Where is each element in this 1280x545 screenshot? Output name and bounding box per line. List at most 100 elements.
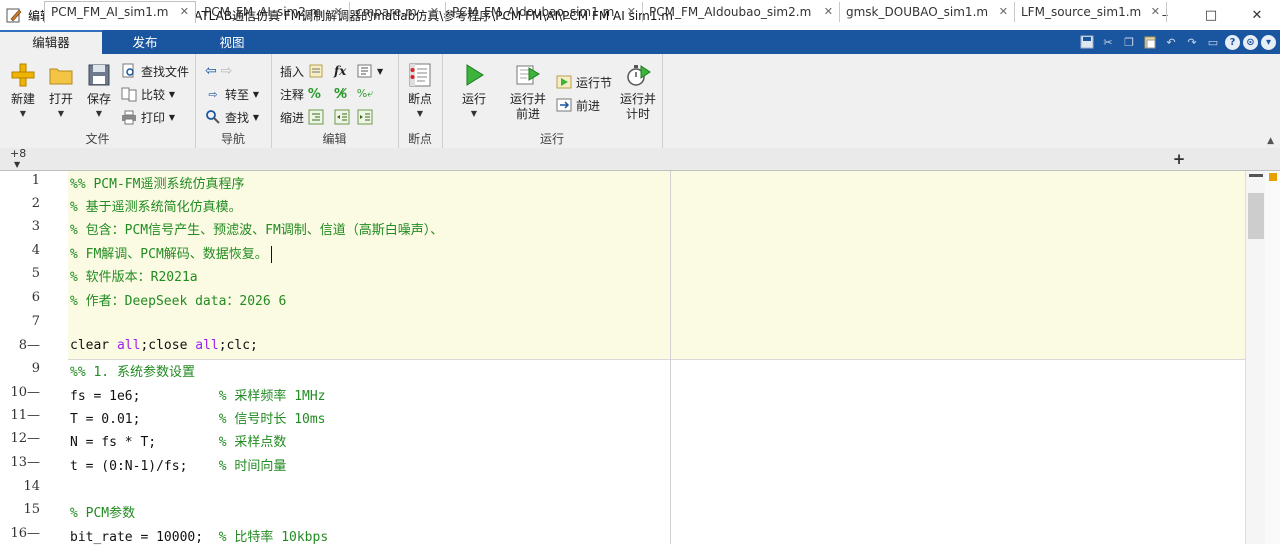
line-number: 16— xyxy=(10,526,40,541)
doc-tab-active[interactable]: PCM_FM_AI_sim1.m ✕ xyxy=(44,1,196,23)
maximize-button[interactable]: □ xyxy=(1188,0,1234,30)
line-number-gutter[interactable]: 1 2 3 4 5 6 7 8— 9 10— 11— 12— 13— 14 15… xyxy=(0,171,44,544)
group-edit: 插入 fx ▼ 注释 % %̸ %⤶ 缩进 编辑 xyxy=(271,54,399,148)
text-cursor xyxy=(270,246,272,263)
code-line: %% 1. 系统参数设置 xyxy=(70,365,195,380)
ribbon-toolstrip: 新建 ▼ 打开 ▼ 保存 ▼ 查找文件 比较 ▼ 打印 ▼ 文件 ⇦ ⇨ ⇨ 转至 ▼ … xyxy=(0,54,1280,149)
line-number: 1 xyxy=(31,173,40,188)
back-forward-buttons[interactable]: ⇦ ⇨ xyxy=(205,62,232,80)
warning-indicator-icon[interactable] xyxy=(1269,173,1277,181)
arrow-right-icon[interactable]: ⇨ xyxy=(221,63,233,79)
goto-button[interactable]: ⇨ 转至 ▼ xyxy=(205,85,259,103)
function-list-icon xyxy=(357,63,373,79)
tab-view[interactable]: 视图 xyxy=(196,30,268,54)
line-number: 14 xyxy=(23,479,40,494)
smart-indent-icon xyxy=(308,109,324,125)
close-tab-icon[interactable]: ✕ xyxy=(334,2,343,22)
insert-button[interactable]: 插入 xyxy=(280,62,328,80)
doc-tab[interactable]: cmpare.m ✕ xyxy=(350,2,446,22)
doc-tab[interactable]: PCM_FM_AI_sim2.m ✕ xyxy=(198,2,350,22)
close-window-button[interactable]: ✕ xyxy=(1234,0,1280,30)
tab-editor[interactable]: 编辑器 xyxy=(0,30,102,54)
percent-uncomment-icon: %̸ xyxy=(334,86,348,102)
window-icon[interactable]: ▭ xyxy=(1204,33,1222,51)
find-button[interactable]: 查找 ▼ xyxy=(205,108,259,126)
run-and-time-button[interactable]: 运行并 计时 xyxy=(616,62,660,122)
right-text-margin xyxy=(670,171,671,544)
close-tab-icon[interactable]: ✕ xyxy=(627,2,636,22)
doc-tab[interactable]: LFM_source_sim1.m ✕ xyxy=(1015,2,1167,22)
open-button[interactable]: 打开 ▼ xyxy=(44,62,78,119)
code-line: % FM解调、PCM解码、数据恢复。 xyxy=(70,243,272,263)
percent-comment-icon: % xyxy=(307,86,321,102)
doc-tab[interactable]: PCM_FM_AIdoubao_sim2.m ✕ xyxy=(643,2,840,22)
code-line: bit_rate = 10000; % 比特率 10kbps xyxy=(70,530,329,545)
advance-button[interactable]: 前进 xyxy=(556,96,600,114)
new-button[interactable]: 新建 ▼ xyxy=(6,62,40,119)
add-tab-button[interactable]: + xyxy=(1170,149,1188,169)
compare-button[interactable]: 比较 ▼ xyxy=(121,85,175,103)
run-section-button[interactable]: 运行节 xyxy=(556,73,612,91)
current-cell-highlight xyxy=(68,171,1245,359)
save-icon[interactable] xyxy=(1078,33,1096,51)
chevron-down-icon[interactable]: ▾ xyxy=(1261,34,1276,50)
increase-indent-button[interactable] xyxy=(334,108,354,126)
goto-arrow-icon: ⇨ xyxy=(208,87,218,101)
scrollbar-thumb[interactable] xyxy=(1248,193,1264,239)
magnifier-icon xyxy=(205,109,221,125)
group-run: 运行 ▼ 运行并 前进 运行节 前进 运行并 计时 运行 xyxy=(442,54,663,148)
cell-divider xyxy=(68,359,1245,360)
line-number: 11— xyxy=(10,408,40,423)
run-advance-icon xyxy=(515,62,541,88)
paste-icon[interactable] xyxy=(1141,33,1159,51)
save-button[interactable]: 保存 ▼ xyxy=(82,62,116,119)
help-icon[interactable]: ? xyxy=(1225,34,1240,50)
code-line: % PCM参数 xyxy=(70,506,136,521)
printer-icon xyxy=(121,109,137,125)
run-button[interactable]: 运行 ▼ xyxy=(456,62,492,119)
code-line: T = 0.01; % 信号时长 10ms xyxy=(70,412,326,427)
comment-button[interactable]: 注释 % xyxy=(280,85,321,103)
close-tab-icon[interactable]: ✕ xyxy=(180,2,189,22)
code-analyzer-strip[interactable] xyxy=(1265,171,1280,544)
breakpoints-button[interactable]: 断点 ▼ xyxy=(402,62,438,119)
code-line: % 基于遥测系统简化仿真模。 xyxy=(70,200,242,215)
fx-button[interactable]: fx xyxy=(334,62,346,80)
cut-icon[interactable]: ✂ xyxy=(1099,33,1117,51)
redo-icon[interactable]: ↷ xyxy=(1183,33,1201,51)
group-file: 新建 ▼ 打开 ▼ 保存 ▼ 查找文件 比较 ▼ 打印 ▼ 文件 xyxy=(0,54,196,148)
code-line: N = fs * T; % 采样点数 xyxy=(70,435,287,450)
close-tab-icon[interactable]: ✕ xyxy=(1151,2,1160,22)
tab-publish[interactable]: 发布 xyxy=(110,30,180,54)
insert-function-button[interactable]: ▼ xyxy=(357,62,383,80)
search-icon[interactable]: ⊙ xyxy=(1243,34,1258,50)
indent-button[interactable]: 缩进 xyxy=(280,108,328,126)
compare-icon xyxy=(121,86,137,102)
uncomment-button[interactable]: %̸ xyxy=(334,85,347,103)
doc-tab[interactable]: gmsk_DOUBAO_sim1.m ✕ xyxy=(840,2,1015,22)
more-tabs-button[interactable]: +8 ▼ xyxy=(10,148,26,170)
vertical-scrollbar[interactable] xyxy=(1245,171,1266,544)
print-button[interactable]: 打印 ▼ xyxy=(121,108,175,126)
chevron-down-icon: ▼ xyxy=(57,109,65,118)
find-file-button[interactable]: 查找文件 xyxy=(121,62,189,80)
close-tab-icon[interactable]: ✕ xyxy=(430,2,439,22)
copy-icon[interactable]: ❐ xyxy=(1120,33,1138,51)
close-tab-icon[interactable]: ✕ xyxy=(824,2,833,22)
code-line: clear all;close all;clc; xyxy=(70,338,258,353)
new-plus-icon xyxy=(10,62,36,88)
arrow-left-icon[interactable]: ⇦ xyxy=(205,63,217,79)
close-tab-icon[interactable]: ✕ xyxy=(999,2,1008,22)
line-number: 10— xyxy=(10,385,40,400)
wrap-comments-button[interactable]: %⤶ xyxy=(357,85,377,103)
group-navigate: ⇦ ⇨ ⇨ 转至 ▼ 查找 ▼ 导航 xyxy=(195,54,272,148)
find-file-icon xyxy=(121,63,137,79)
split-handle[interactable] xyxy=(1246,171,1266,187)
run-and-advance-button[interactable]: 运行并 前进 xyxy=(506,62,550,122)
undo-icon[interactable]: ↶ xyxy=(1162,33,1180,51)
doc-tab[interactable]: PCM_FM_AIdoubao_sim1.m ✕ xyxy=(446,2,643,22)
collapse-ribbon-icon[interactable]: ▲ xyxy=(1267,136,1274,146)
code-editor[interactable]: 1 2 3 4 5 6 7 8— 9 10— 11— 12— 13— 14 15… xyxy=(0,171,1280,545)
quick-access-toolbar: ✂ ❐ ↶ ↷ ▭ ? ⊙ ▾ xyxy=(1078,33,1276,51)
decrease-indent-button[interactable] xyxy=(357,108,377,126)
